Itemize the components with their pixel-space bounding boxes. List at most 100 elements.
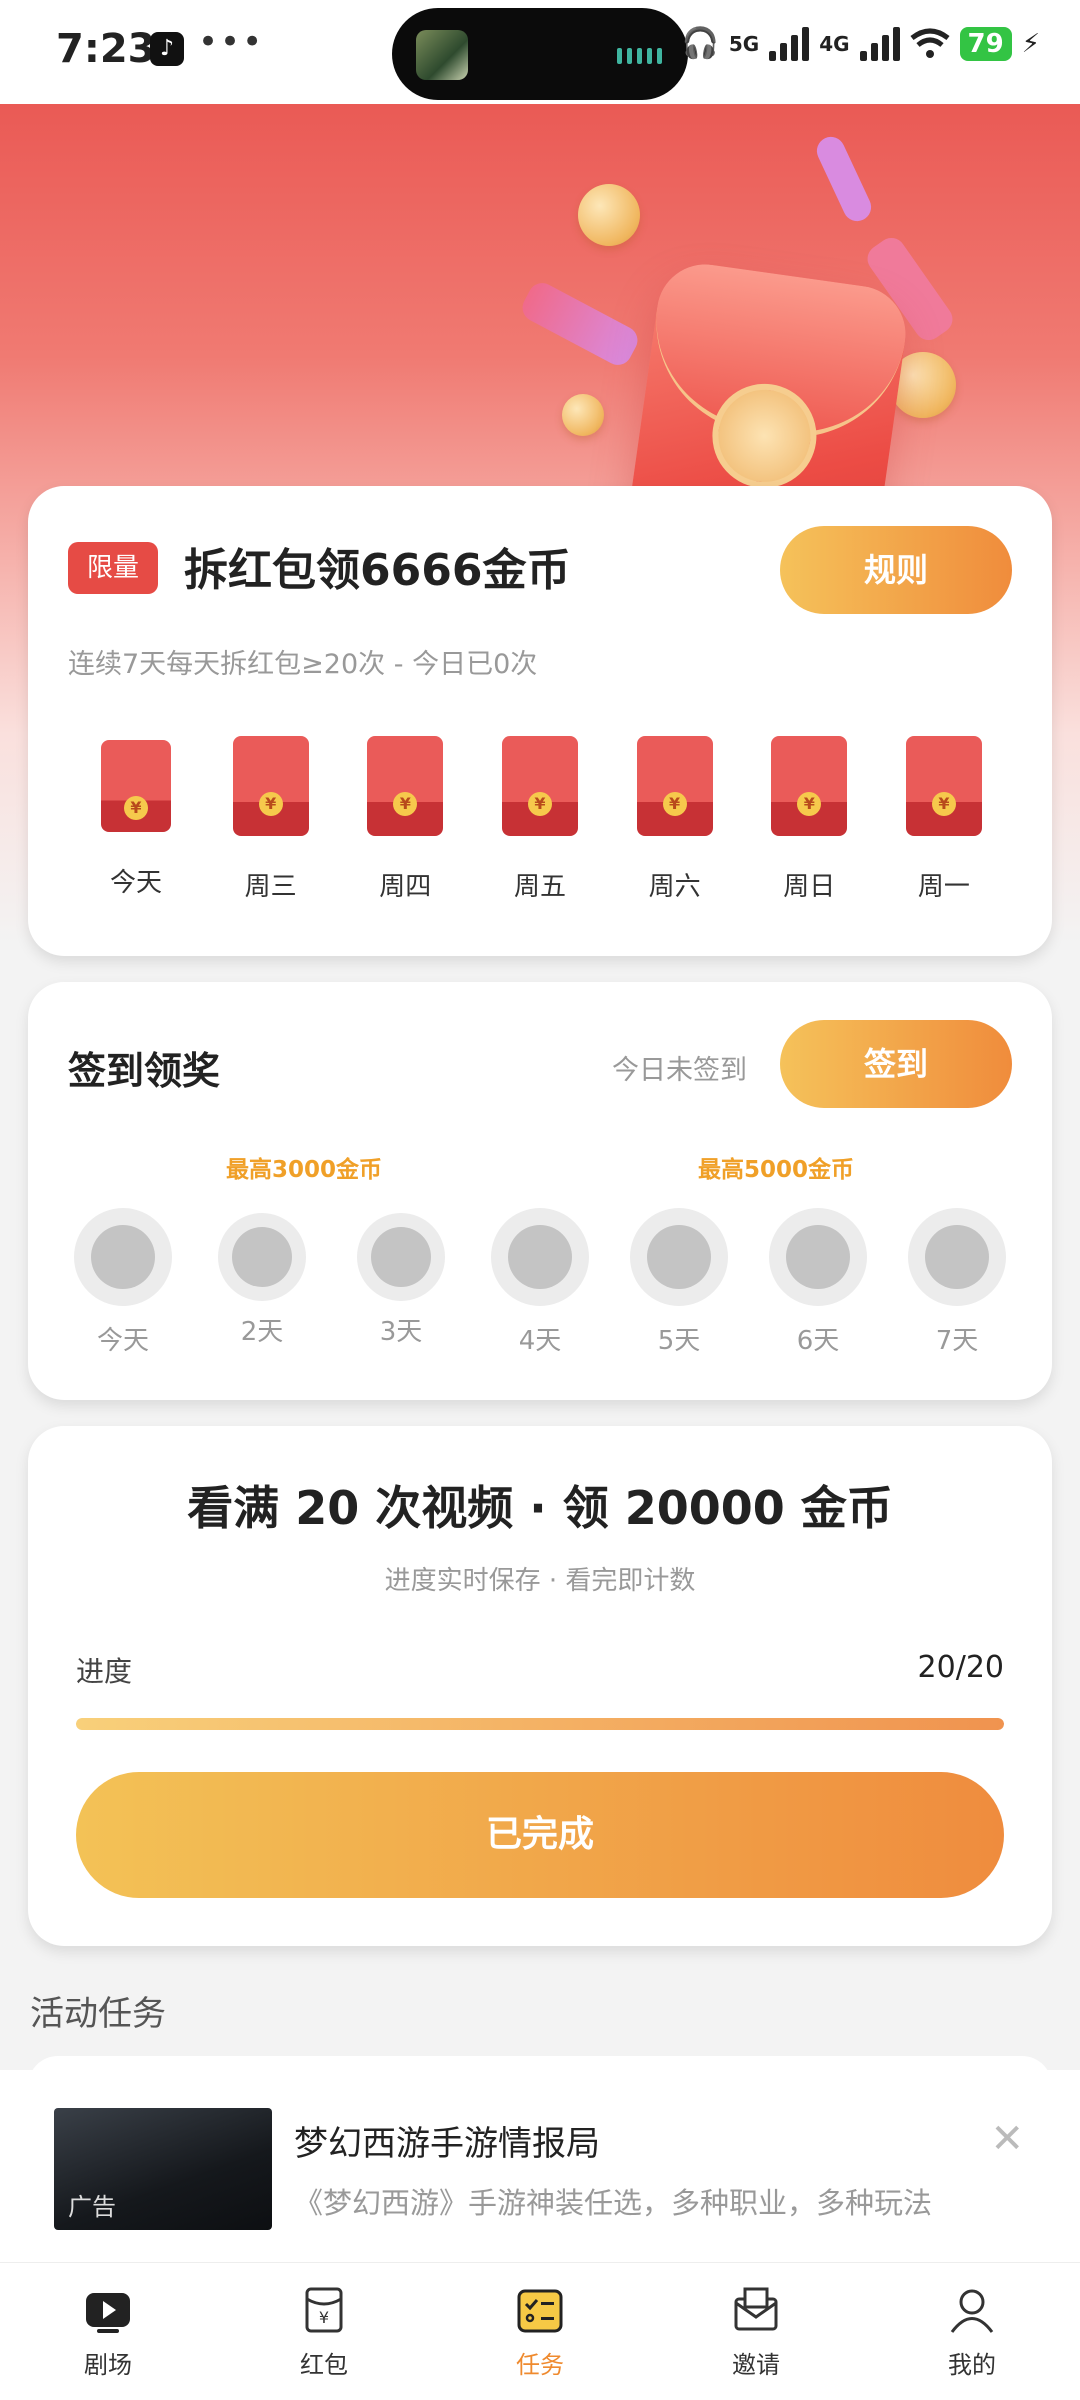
tab-label: 剧场 [84,2351,132,2379]
earbuds-icon: 🎧 [681,26,719,61]
signal-icon [769,26,810,61]
signal-icon-2 [859,26,900,61]
status-time: 7:23 [56,26,156,72]
rules-button[interactable]: 规则 [780,526,1012,614]
ad-image[interactable]: 广告 [54,2108,272,2230]
wifi-icon [910,28,950,58]
limited-tag: 限量 [68,542,158,594]
tab-invite[interactable]: 邀请 [648,2263,864,2400]
yuan-coin-icon: ¥ [258,792,283,816]
day-circle-icon [908,1208,1006,1306]
checkin-day[interactable]: 3天 [346,1208,456,1357]
checkin-day[interactable]: 6天 [763,1208,873,1357]
red-packet-label: 周六 [648,872,701,902]
day-label: 3天 [379,1317,423,1347]
reward-hint-right: 最高5000金币 [698,1157,855,1183]
red-packet-item[interactable]: ¥ 今天 [78,736,194,903]
tab-red-packet[interactable]: ¥ 红包 [216,2263,432,2400]
ad-badge: 广告 [68,2193,116,2221]
now-playing-thumbnail [416,30,468,80]
checkin-day[interactable]: 5天 [624,1208,734,1357]
network-5g-label: 5G [728,31,760,56]
ad-banner[interactable]: 广告 梦幻西游手游情报局 《梦幻西游》手游神装任选，多种职业，多种玩法 ✕ [0,2070,1080,2262]
coin-decoration [562,394,604,436]
tab-label: 任务 [516,2351,564,2379]
progress-bar [76,1718,1004,1730]
red-packet-label: 周三 [244,872,297,902]
play-icon [83,2285,133,2335]
red-packet-item[interactable]: ¥ 周四 [347,736,463,903]
progress-value: 20/20 [917,1650,1004,1685]
tab-theater[interactable]: 剧场 [0,2263,216,2400]
red-packet-subtitle: 连续7天每天拆红包≥20次 - 今日已0次 [68,649,538,680]
day-circle-icon [769,1208,867,1306]
day-circle-icon [357,1213,445,1301]
day-label: 2天 [240,1317,284,1347]
checkin-day[interactable]: 今天 [68,1208,178,1357]
more-notifications-icon: ••• [198,22,265,62]
red-packet-label: 周四 [379,872,432,902]
day-circle-icon [218,1213,306,1301]
ribbon-decoration [812,132,876,226]
section-title: 活动任务 [30,1994,166,2034]
tab-tasks[interactable]: 任务 [432,2263,648,2400]
checkin-day[interactable]: 4天 [485,1208,595,1357]
ad-title[interactable]: 梦幻西游手游情报局 [294,2116,600,2165]
task-list-icon [515,2285,565,2335]
battery-indicator: 79 [959,26,1012,61]
yuan-coin-icon: ¥ [393,792,418,816]
reward-hint-left: 最高3000金币 [226,1157,383,1183]
red-packet-icon: ¥ [367,736,444,836]
red-packet-label: 周一 [917,872,970,902]
checkin-days-row: 今天 2天 3天 4天 5天 6天 7天 [58,1208,1022,1357]
day-circle-icon [630,1208,728,1306]
red-packet-item[interactable]: ¥ 周五 [482,736,598,903]
red-packet-item[interactable]: ¥ 周一 [886,736,1002,903]
video-task-subtitle: 进度实时保存 · 看完即计数 [384,1566,696,1596]
red-packet-item[interactable]: ¥ 周日 [751,736,867,903]
red-packet-icon: ¥ [771,736,848,836]
red-packet-icon: ¥ [299,2285,349,2335]
red-packet-item[interactable]: ¥ 周三 [213,736,329,903]
day-circle-icon [491,1208,589,1306]
red-packet-label: 周日 [783,872,836,902]
dynamic-island[interactable] [392,8,688,100]
checkin-title: 签到领奖 [68,1049,221,1093]
tab-label: 邀请 [732,2351,780,2379]
completed-button[interactable]: 已完成 [76,1772,1004,1898]
status-bar: 7:23 ♪ ••• 🎧 5G 4G 79 ⚡ [0,0,1080,104]
checkin-card: 签到领奖 今日未签到 签到 最高3000金币 最高5000金币 今天 2天 3天… [28,982,1052,1400]
network-4g-label: 4G [819,31,850,56]
tab-label: 红包 [300,2351,348,2379]
progress-label: 进度 [76,1655,133,1688]
red-packet-label: 周五 [513,872,566,902]
day-circle-icon [74,1208,172,1306]
day-label: 7天 [935,1326,979,1356]
red-packet-item[interactable]: ¥ 周六 [617,736,733,903]
profile-icon [947,2285,997,2335]
checkin-status: 今日未签到 [612,1055,747,1086]
tab-profile[interactable]: 我的 [864,2263,1080,2400]
day-label: 5天 [657,1326,701,1356]
day-label: 今天 [96,1326,149,1356]
yuan-coin-icon: ¥ [931,792,956,816]
red-packet-icon: ¥ [232,736,309,836]
checkin-day[interactable]: 2天 [207,1208,317,1357]
audio-wave-icon [617,48,662,64]
red-packet-card: 限量 拆红包领6666金币 规则 连续7天每天拆红包≥20次 - 今日已0次 ¥… [28,486,1052,956]
checkin-day[interactable]: 7天 [902,1208,1012,1357]
close-icon[interactable]: ✕ [990,2116,1024,2162]
red-packet-row: ¥ 今天 ¥ 周三 ¥ 周四 ¥ 周五 ¥ 周六 ¥ 周日 ¥ 周一 [68,736,1012,903]
checkin-button[interactable]: 签到 [780,1020,1012,1108]
svg-text:¥: ¥ [319,2308,329,2327]
mail-icon [731,2285,781,2335]
day-label: 4天 [518,1326,562,1356]
charging-icon: ⚡ [1021,28,1040,59]
tab-label: 我的 [948,2351,996,2379]
ribbon-decoration [517,278,643,370]
video-task-title: 看满 20 次视频 · 领 20000 金币 [187,1481,893,1535]
red-packet-icon: ¥ [101,740,171,832]
day-label: 6天 [796,1326,840,1356]
yuan-coin-icon: ¥ [124,796,148,820]
coin-decoration [578,184,640,246]
